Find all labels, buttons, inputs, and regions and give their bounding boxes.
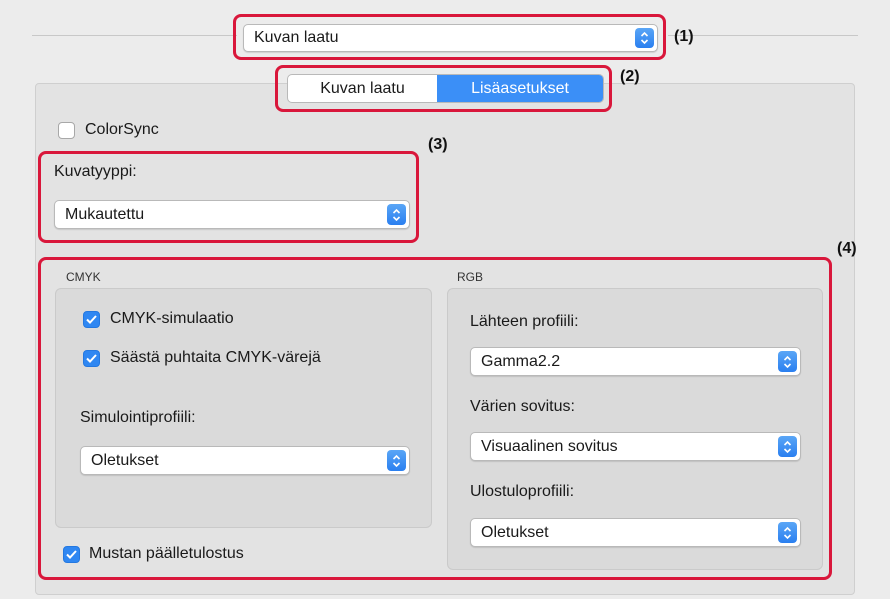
source-profile-label: Lähteen profiili: [470,313,579,330]
tab-kuvan-laatu[interactable]: Kuvan laatu [288,75,437,102]
colorsync-checkbox[interactable] [58,122,75,139]
output-profile-label: Ulostuloprofiili: [470,483,575,500]
output-profile-value: Oletukset [481,523,549,541]
callout-label-1: (1) [674,28,694,45]
callout-label-4: (4) [837,240,857,257]
image-type-value: Mukautettu [65,205,145,223]
presets-popup-value: Kuvan laatu [254,29,339,46]
preserve-cmyk-label: Säästä puhtaita CMYK-värejä [110,349,321,366]
simulation-profile-popup[interactable]: Oletukset [80,446,410,475]
callout-label-3: (3) [428,136,448,153]
popup-arrows-icon [778,522,797,543]
rgb-title: RGB [457,270,484,284]
popup-arrows-icon [778,436,797,457]
colorsync-label: ColorSync [85,121,159,138]
popup-arrows-icon [387,204,406,225]
tab-segmented-control: Kuvan laatu Lisäasetukset [287,74,604,103]
popup-arrows-icon [387,450,406,471]
image-type-popup[interactable]: Mukautettu [54,200,410,229]
popup-arrows-icon [778,351,797,372]
callout-label-2: (2) [620,68,640,85]
presets-popup[interactable]: Kuvan laatu [243,24,658,52]
source-profile-value: Gamma2.2 [481,352,561,370]
cmyk-simulation-checkbox[interactable] [83,311,100,328]
top-divider-left [32,35,237,36]
cmyk-simulation-label: CMYK-simulaatio [110,310,234,327]
black-overprint-label: Mustan päälletulostus [89,545,244,562]
simulation-profile-label: Simulointiprofiili: [80,409,196,426]
image-type-label: Kuvatyyppi: [54,163,137,180]
color-matching-value: Visuaalinen sovitus [481,437,618,455]
preserve-cmyk-checkbox[interactable] [83,350,100,367]
output-profile-popup[interactable]: Oletukset [470,518,801,547]
source-profile-popup[interactable]: Gamma2.2 [470,347,801,376]
color-matching-label: Värien sovitus: [470,398,575,415]
tab-lisaasetukset[interactable]: Lisäasetukset [437,75,603,102]
popup-arrows-icon [635,28,654,48]
top-divider-right [668,35,858,36]
cmyk-title: CMYK [66,270,101,284]
black-overprint-checkbox[interactable] [63,546,80,563]
color-matching-popup[interactable]: Visuaalinen sovitus [470,432,801,461]
simulation-profile-value: Oletukset [91,451,159,469]
